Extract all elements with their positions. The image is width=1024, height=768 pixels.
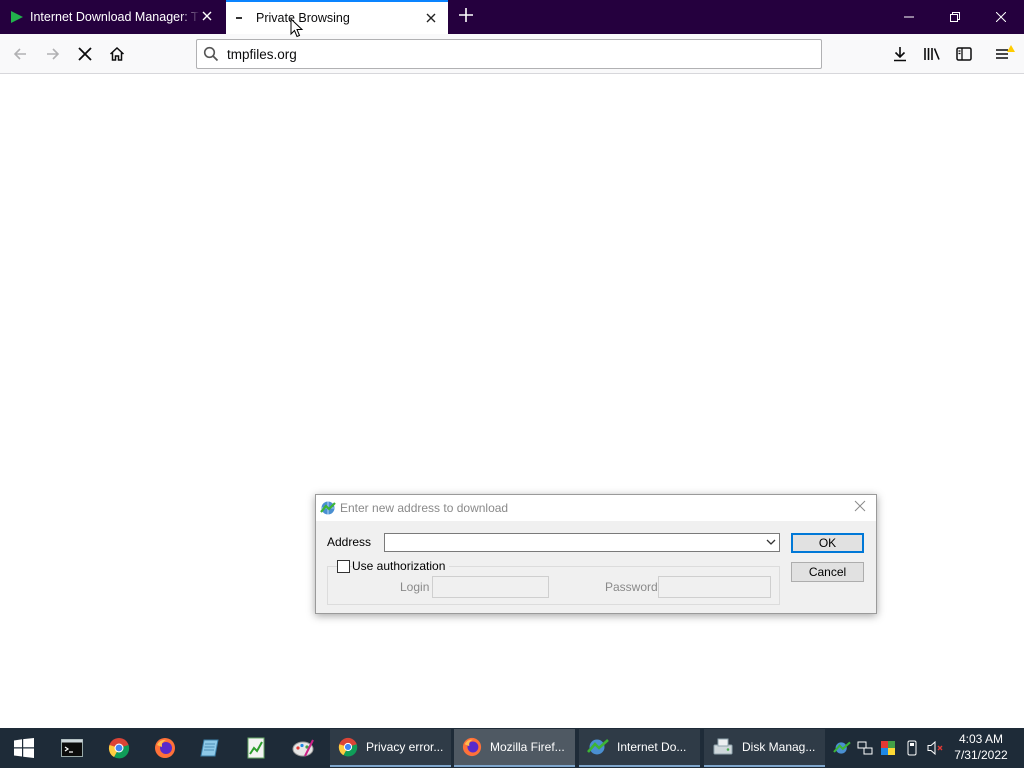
taskbar-app-title: Mozilla Firef... bbox=[490, 740, 565, 754]
chevron-down-icon[interactable] bbox=[766, 537, 776, 547]
password-label: Password bbox=[605, 580, 658, 594]
taskbar-app-disk-management[interactable]: Disk Manag... bbox=[704, 729, 825, 767]
chrome-icon bbox=[338, 737, 358, 757]
downloads-button[interactable] bbox=[885, 39, 915, 69]
taskbar-terminal[interactable] bbox=[52, 732, 92, 764]
idm-arrow-icon bbox=[11, 11, 23, 23]
idm-icon bbox=[587, 739, 609, 755]
paint-icon bbox=[292, 739, 314, 757]
taskbar-app-title: Privacy error... bbox=[366, 740, 444, 754]
sidebar-button[interactable] bbox=[949, 39, 979, 69]
sidebar-icon bbox=[956, 47, 972, 61]
taskbar-app-firefox[interactable]: Mozilla Firef... bbox=[454, 729, 575, 767]
tab-title: Internet Download Manager: Th bbox=[30, 10, 200, 24]
forward-arrow-icon bbox=[47, 48, 60, 60]
library-icon bbox=[924, 48, 940, 60]
taskbar-chart-app[interactable] bbox=[236, 732, 276, 764]
private-dot-icon bbox=[236, 17, 242, 19]
chrome-icon bbox=[108, 738, 130, 759]
use-authorization-checkbox[interactable] bbox=[337, 560, 350, 573]
clock-time: 4:03 AM bbox=[958, 732, 1004, 746]
hamburger-menu-icon bbox=[996, 45, 1015, 59]
usb-device-icon[interactable] bbox=[902, 738, 922, 758]
mouse-cursor-icon bbox=[290, 18, 304, 38]
taskbar-app-title: Internet Do... bbox=[617, 740, 687, 754]
system-clock[interactable]: 4:03 AM 7/31/2022 bbox=[948, 731, 1014, 763]
menu-button[interactable] bbox=[990, 39, 1020, 69]
start-button[interactable] bbox=[4, 732, 44, 764]
back-arrow-icon bbox=[13, 48, 26, 60]
tray-idm-icon[interactable] bbox=[832, 738, 852, 758]
taskbar-app-title: Disk Manag... bbox=[742, 740, 816, 754]
password-field[interactable] bbox=[658, 576, 771, 598]
plus-icon bbox=[459, 8, 473, 22]
url-text: tmpfiles.org bbox=[227, 46, 297, 62]
dialog-close-button[interactable] bbox=[854, 500, 868, 514]
dialog-title: Enter new address to download bbox=[340, 501, 509, 515]
notepad-icon bbox=[200, 739, 219, 757]
chart-app-icon bbox=[247, 737, 265, 759]
stop-button[interactable] bbox=[70, 39, 100, 69]
close-icon bbox=[996, 12, 1006, 22]
new-tab-button[interactable] bbox=[456, 6, 476, 26]
tab-title: Private Browsing bbox=[256, 11, 350, 25]
navigation-toolbar: tmpfiles.org bbox=[0, 34, 1024, 74]
login-label: Login bbox=[400, 580, 430, 594]
disk-management-icon bbox=[713, 738, 733, 755]
tab-internet-download-manager[interactable]: Internet Download Manager: Th bbox=[0, 0, 224, 34]
clock-date: 7/31/2022 bbox=[954, 748, 1008, 762]
firefox-icon bbox=[462, 737, 482, 757]
close-tab-icon[interactable] bbox=[200, 9, 214, 23]
enter-address-dialog: Enter new address to download Address OK… bbox=[315, 494, 877, 614]
library-button[interactable] bbox=[917, 39, 947, 69]
download-icon bbox=[894, 47, 906, 62]
stop-x-icon bbox=[78, 47, 92, 61]
taskbar-paint[interactable] bbox=[283, 732, 323, 764]
volume-muted-icon[interactable] bbox=[925, 738, 945, 758]
close-icon bbox=[854, 500, 866, 512]
cancel-button[interactable]: Cancel bbox=[791, 562, 864, 582]
taskbar-app-chrome[interactable]: Privacy error... bbox=[330, 729, 451, 767]
address-combobox[interactable] bbox=[384, 533, 780, 552]
back-button[interactable] bbox=[5, 39, 35, 69]
taskbar-app-idm[interactable]: Internet Do... bbox=[579, 729, 700, 767]
tab-strip: Internet Download Manager: Th Private Br… bbox=[0, 0, 1024, 34]
ok-button[interactable]: OK bbox=[791, 533, 864, 553]
idm-globe-icon bbox=[320, 501, 336, 515]
restore-icon bbox=[950, 12, 960, 22]
color-app-icon[interactable] bbox=[878, 738, 898, 758]
search-icon bbox=[203, 46, 219, 62]
address-label: Address bbox=[327, 535, 372, 549]
close-window-button[interactable] bbox=[978, 0, 1024, 34]
taskbar-notepad[interactable] bbox=[190, 732, 230, 764]
dialog-titlebar[interactable]: Enter new address to download bbox=[316, 495, 876, 521]
minimize-icon bbox=[904, 16, 914, 18]
restore-button[interactable] bbox=[932, 0, 978, 34]
firefox-icon bbox=[155, 738, 175, 758]
home-button[interactable] bbox=[102, 39, 132, 69]
url-bar[interactable]: tmpfiles.org bbox=[196, 39, 822, 69]
use-authorization-label: Use authorization bbox=[352, 559, 450, 573]
home-icon bbox=[109, 46, 125, 61]
minimize-button[interactable] bbox=[886, 0, 932, 34]
taskbar: Privacy error... Mozilla Firef... Intern… bbox=[0, 728, 1024, 768]
network-icon[interactable] bbox=[855, 738, 875, 758]
taskbar-firefox[interactable] bbox=[145, 732, 185, 764]
windows-logo-icon bbox=[14, 738, 34, 758]
tab-private-browsing[interactable]: Private Browsing bbox=[226, 0, 448, 34]
terminal-icon bbox=[61, 739, 83, 757]
taskbar-chrome[interactable] bbox=[99, 732, 139, 764]
forward-button[interactable] bbox=[38, 39, 68, 69]
login-field[interactable] bbox=[432, 576, 549, 598]
close-tab-icon[interactable] bbox=[424, 11, 438, 25]
